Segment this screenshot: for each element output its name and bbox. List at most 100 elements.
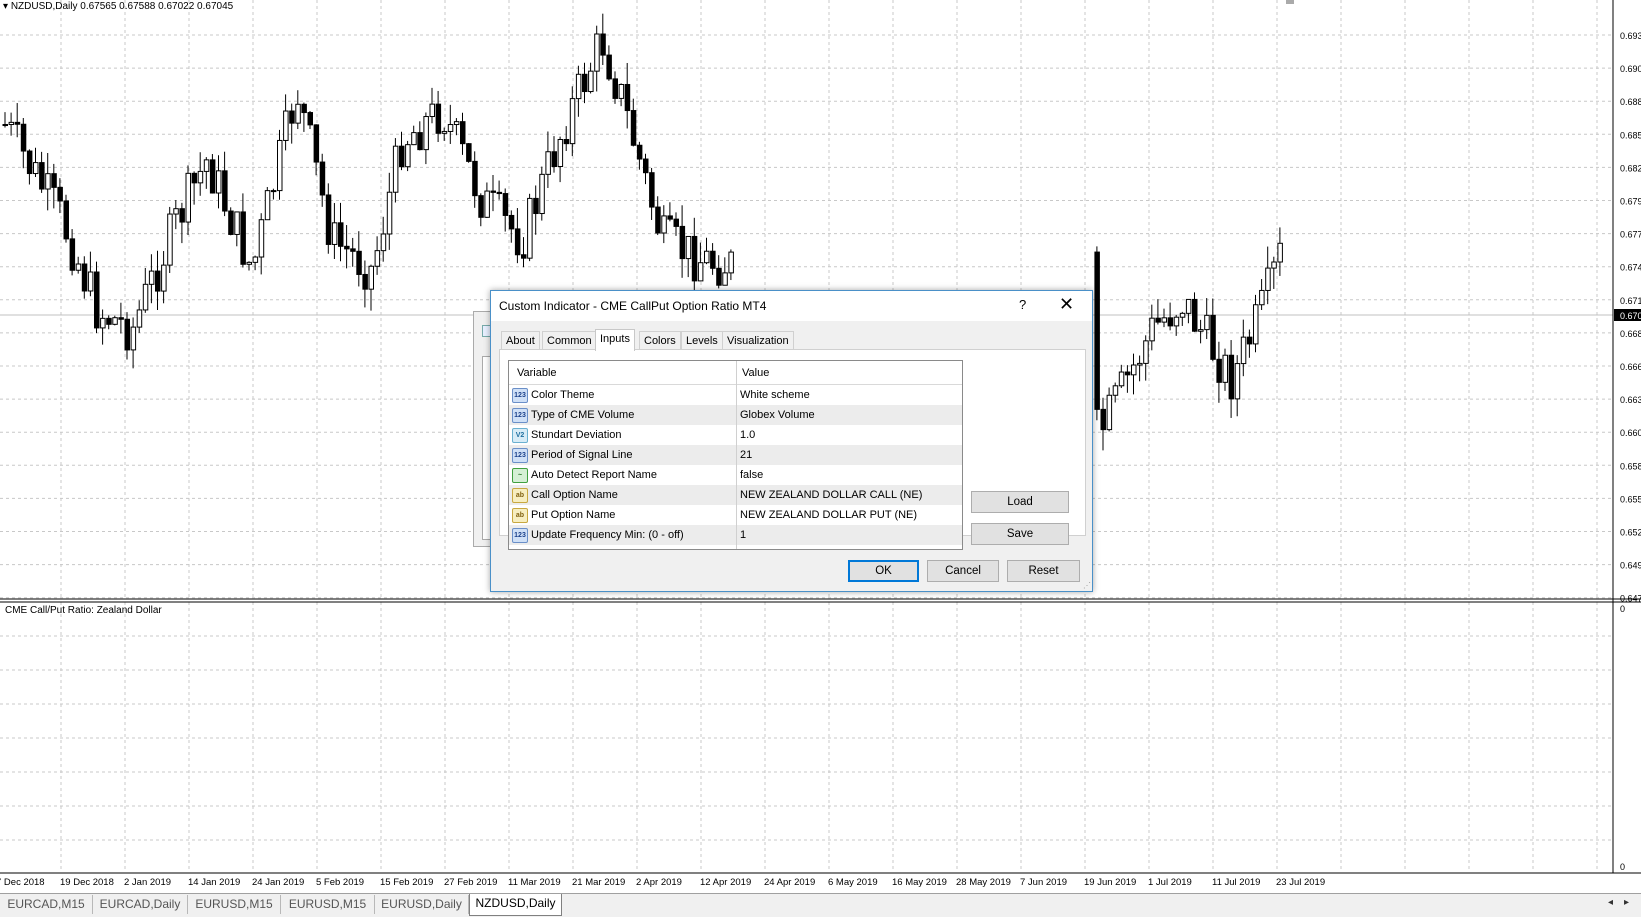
- input-value[interactable]: Globex Volume: [740, 409, 815, 421]
- price-tick-label: 0.663: [1620, 395, 1641, 405]
- chart-menu-arrow-icon[interactable]: ▾: [3, 1, 8, 12]
- num-type-icon: 123: [512, 408, 528, 423]
- date-tick-label: 2 Jan 2019: [124, 877, 171, 888]
- candle-body: [374, 250, 381, 267]
- tab-levels[interactable]: Levels: [681, 331, 723, 350]
- value-column-header[interactable]: Value: [742, 367, 769, 379]
- variable-column-header[interactable]: Variable: [517, 367, 557, 379]
- candle-body: [643, 158, 649, 174]
- dialog-titlebar[interactable]: Custom Indicator - CME CallPut Option Ra…: [491, 291, 1092, 321]
- current-price-label: 0.670: [1620, 311, 1641, 321]
- input-variable-name: Put Option Name: [531, 509, 616, 521]
- candle-body: [1106, 394, 1113, 431]
- input-value[interactable]: 21: [740, 449, 752, 461]
- candle-body: [447, 124, 454, 132]
- candle-body: [307, 112, 313, 126]
- input-value[interactable]: NEW ZEALAND DOLLAR CALL (NE): [740, 489, 922, 501]
- candle-body: [1222, 354, 1228, 383]
- input-value[interactable]: White scheme: [740, 389, 810, 401]
- candle-body: [1100, 408, 1106, 431]
- close-icon[interactable]: ✕: [1059, 294, 1074, 314]
- reset-button[interactable]: Reset: [1007, 560, 1080, 582]
- date-tick-label: 15 Feb 2019: [380, 877, 433, 888]
- indicator-subwindow-label: CME Call/Put Ratio: Zealand Dollar: [5, 605, 162, 616]
- help-button[interactable]: ?: [1019, 297, 1026, 312]
- candle-body: [514, 228, 521, 256]
- candle-body: [1271, 261, 1277, 269]
- date-tick-label: 23 Jul 2019: [1276, 877, 1325, 888]
- candle-body: [344, 245, 350, 250]
- tab-inputs[interactable]: Inputs: [595, 329, 635, 351]
- candle-body: [575, 73, 582, 100]
- candle-body: [557, 138, 564, 168]
- price-tick-label: 0.666: [1620, 362, 1641, 372]
- candle-body: [94, 271, 100, 329]
- candle-body: [325, 194, 332, 245]
- candle-body: [75, 263, 82, 271]
- candle-body: [295, 103, 301, 124]
- input-value[interactable]: false: [740, 469, 763, 481]
- candle-body: [612, 78, 618, 99]
- candle-body: [209, 159, 216, 194]
- tab-scroll-right-icon[interactable]: ▸: [1624, 897, 1629, 908]
- chart-tab-eurcad-m15[interactable]: EURCAD,M15: [0, 895, 93, 914]
- candle-body: [1240, 336, 1247, 365]
- candle-body: [405, 144, 411, 168]
- candle-body: [185, 172, 191, 223]
- date-tick-label: 16 May 2019: [892, 877, 947, 888]
- ok-button[interactable]: OK: [848, 560, 919, 582]
- candle-body: [216, 170, 222, 194]
- candle-body: [148, 270, 155, 285]
- candle-body: [594, 33, 600, 72]
- price-tick-label: 0.652: [1620, 528, 1641, 538]
- candle-body: [313, 124, 320, 163]
- candle-body: [1094, 251, 1100, 410]
- price-tick-label: 0.682: [1620, 163, 1641, 173]
- candle-body: [386, 191, 393, 235]
- candle-body: [533, 197, 539, 215]
- column-divider: [736, 361, 737, 549]
- tab-visualization[interactable]: Visualization: [722, 331, 794, 350]
- input-value[interactable]: 1.0: [740, 429, 755, 441]
- candle-body: [496, 191, 503, 195]
- resize-grip-icon[interactable]: ⋰: [1083, 581, 1091, 590]
- candle-body: [399, 145, 405, 168]
- date-tick-label: 21 Mar 2019: [572, 877, 625, 888]
- candle-body: [697, 262, 704, 282]
- chart-tab-eurusd-m15[interactable]: EURUSD,M15: [281, 895, 375, 914]
- price-tick-label: 0.655: [1620, 494, 1641, 504]
- candle-body: [710, 250, 716, 269]
- cancel-button[interactable]: Cancel: [927, 560, 999, 582]
- candle-body: [527, 197, 533, 259]
- candle-body: [716, 267, 722, 286]
- input-value[interactable]: NEW ZEALAND DOLLAR PUT (NE): [740, 509, 917, 521]
- chart-tab-eurcad-daily[interactable]: EURCAD,Daily: [93, 895, 188, 914]
- input-variable-name: Call Option Name: [531, 489, 618, 501]
- candle-body: [81, 263, 88, 292]
- chart-tab-nzdusd-daily[interactable]: NZDUSD,Daily: [469, 894, 562, 916]
- date-tick-label: 6 May 2019: [828, 877, 878, 888]
- input-variable-name: Type of CME Volume: [531, 409, 635, 421]
- candle-body: [545, 151, 551, 175]
- chart-tab-eurusd-m15[interactable]: EURUSD,M15: [188, 895, 281, 914]
- load-button[interactable]: Load: [971, 491, 1069, 513]
- candle-body: [1228, 354, 1235, 400]
- chart-tab-eurusd-daily[interactable]: EURUSD,Daily: [375, 895, 469, 914]
- save-button[interactable]: Save: [971, 523, 1069, 545]
- tab-about[interactable]: About: [501, 331, 540, 350]
- candle-body: [618, 83, 625, 99]
- candle-body: [258, 219, 265, 258]
- tab-colors[interactable]: Colors: [639, 331, 681, 350]
- price-tick-label: 0.660: [1620, 428, 1641, 438]
- tab-common[interactable]: Common: [542, 331, 597, 350]
- price-tick-label: 0.671: [1620, 296, 1641, 306]
- tab-scroll-left-icon[interactable]: ◂: [1608, 897, 1613, 908]
- candle-body: [246, 261, 252, 265]
- candle-body: [142, 283, 149, 311]
- input-value[interactable]: 1: [740, 529, 746, 541]
- candle-body: [124, 318, 130, 351]
- date-tick-label: 19 Dec 2018: [60, 877, 114, 888]
- candle-body: [490, 190, 496, 193]
- candle-body: [1216, 358, 1222, 383]
- candle-body: [600, 33, 606, 56]
